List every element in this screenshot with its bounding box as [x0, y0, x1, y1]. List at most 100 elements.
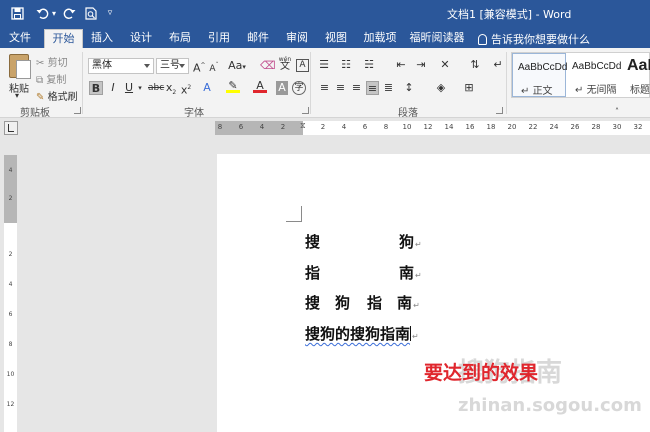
align-center-icon[interactable]: ≡: [334, 81, 347, 95]
style-name: ↵ 正文: [521, 86, 553, 97]
tab-insert[interactable]: 插入: [86, 29, 118, 48]
undo-dropdown-icon[interactable]: ▾: [50, 4, 58, 22]
phonetic-glyph: 文: [280, 61, 290, 72]
phonetic-guide-button[interactable]: wén 文: [278, 56, 292, 74]
show-marks-icon[interactable]: ↵: [491, 58, 505, 72]
ribbon-separator: [82, 52, 83, 114]
tab-layout[interactable]: 布局: [163, 29, 197, 48]
increase-indent-icon[interactable]: ⇥: [414, 58, 428, 72]
format-painter-button[interactable]: ✎ 格式刷: [36, 88, 78, 103]
font-color-icon[interactable]: A: [253, 79, 267, 93]
style-name: 标题: [630, 85, 650, 96]
change-case-button[interactable]: Aa▾: [228, 59, 246, 73]
ruler-margin: [4, 155, 17, 223]
style-preview: AaBbCcDd: [518, 62, 568, 73]
doc-char: 搜: [305, 294, 321, 312]
document-page[interactable]: [217, 154, 650, 432]
strikethrough-button[interactable]: abc: [148, 81, 164, 95]
tab-home[interactable]: 开始: [44, 29, 83, 48]
doc-char: 狗: [399, 233, 415, 251]
doc-line-3[interactable]: 搜狗指南↵: [305, 292, 420, 313]
character-shading-icon[interactable]: A: [276, 81, 288, 95]
bullets-icon[interactable]: ☰: [317, 58, 331, 72]
enclosed-character-icon[interactable]: 字: [292, 81, 306, 95]
numbering-icon[interactable]: ☷: [339, 58, 353, 72]
highlight-icon[interactable]: ✎: [226, 79, 240, 93]
style-normal[interactable]: AaBbCcDd ↵ 正文: [512, 53, 568, 97]
ribbon-tabs: 文件 开始 插入 设计 布局 引用 邮件 审阅 视图 加载项 福昕阅读器 告诉我…: [0, 27, 650, 48]
copy-button[interactable]: ⧉ 复制: [36, 71, 66, 86]
align-right-icon[interactable]: ≡: [350, 81, 363, 95]
undo-icon[interactable]: [34, 4, 50, 22]
subscript-button[interactable]: x2: [165, 81, 177, 96]
font-launcher-icon[interactable]: [302, 107, 309, 114]
font-name-value: 黑体: [92, 60, 112, 71]
cut-label: 剪切: [47, 58, 68, 69]
tab-mailings[interactable]: 邮件: [241, 29, 275, 48]
customize-quick-access-icon[interactable]: ▿: [105, 4, 115, 22]
shading-icon[interactable]: ◈: [434, 81, 448, 95]
ruler-tick: 32: [633, 123, 643, 131]
superscript-button[interactable]: x2: [180, 81, 192, 97]
ruler-tick: 22: [528, 123, 538, 131]
print-preview-icon[interactable]: [83, 4, 99, 22]
collapse-ribbon-icon[interactable]: ˄: [611, 105, 623, 119]
paragraph-launcher-icon[interactable]: [496, 107, 503, 114]
ruler-tick: 20: [507, 123, 517, 131]
underline-dropdown-icon[interactable]: ▾: [136, 81, 144, 95]
line-spacing-icon[interactable]: ↕: [402, 81, 416, 95]
redo-icon[interactable]: [61, 4, 77, 22]
style-heading[interactable]: AaB 标题: [622, 53, 650, 97]
distributed-icon[interactable]: ≣: [382, 81, 395, 95]
ruler-tick: 2: [320, 123, 326, 131]
font-name-select[interactable]: 黑体: [88, 58, 154, 74]
bold-button[interactable]: B: [89, 81, 103, 95]
indent-marker-icon[interactable]: ⧖: [300, 121, 306, 131]
text-cursor: [410, 326, 412, 341]
tell-me-box[interactable]: 告诉我你想要做什么: [478, 31, 590, 47]
text-effects-icon[interactable]: A: [200, 81, 214, 95]
grow-font-icon[interactable]: A^: [193, 59, 206, 75]
tab-file[interactable]: 文件: [2, 29, 38, 48]
lightbulb-icon: [478, 34, 487, 45]
tab-view[interactable]: 视图: [319, 29, 353, 48]
format-painter-icon: ✎: [36, 92, 45, 103]
borders-icon[interactable]: ⊞: [462, 81, 476, 95]
decrease-indent-icon[interactable]: ⇤: [394, 58, 408, 72]
title-bar: ▾ ▿ 文档1 [兼容模式] - Word: [0, 0, 650, 27]
doc-char: 指: [305, 264, 321, 282]
tab-design[interactable]: 设计: [124, 29, 158, 48]
cut-button[interactable]: ✂ 剪切: [36, 54, 68, 69]
shrink-font-icon[interactable]: Aˇ: [208, 59, 220, 74]
doc-line-4[interactable]: 搜狗的搜狗指南 ↵: [305, 323, 419, 344]
doc-line-1[interactable]: 搜 狗↵: [305, 231, 422, 252]
clipboard-launcher-icon[interactable]: [74, 107, 81, 114]
underline-button[interactable]: U: [123, 81, 135, 95]
doc-line-2[interactable]: 指 南↵: [305, 262, 422, 283]
save-icon[interactable]: [8, 4, 26, 22]
style-no-spacing[interactable]: AaBbCcDd ↵ 无间隔: [567, 53, 621, 97]
character-border-icon[interactable]: A: [296, 59, 309, 72]
sort-icon[interactable]: ⇅: [468, 58, 482, 72]
copy-label: 复制: [46, 75, 67, 86]
tab-selector-icon[interactable]: [4, 121, 18, 135]
paste-dropdown-icon[interactable]: ▾: [15, 91, 19, 100]
horizontal-ruler[interactable]: 8 6 4 2 ⧖ 2 4 6 8 10 12 14 16 18 20 22 2…: [215, 121, 650, 135]
tab-addins[interactable]: 加载项: [359, 29, 401, 48]
vertical-ruler[interactable]: 4 2 2 4 6 8 10 12: [4, 155, 17, 432]
paste-icon[interactable]: [9, 54, 31, 79]
paragraph-mark: ↵: [413, 301, 420, 310]
ruler-tick: 2: [8, 251, 13, 258]
ruler-tick: 6: [8, 311, 13, 318]
ruler-tick: 26: [570, 123, 580, 131]
multilevel-list-icon[interactable]: ☵: [362, 58, 376, 72]
tab-review[interactable]: 审阅: [280, 29, 314, 48]
font-size-select[interactable]: 三号: [156, 58, 189, 74]
tab-foxit-reader[interactable]: 福昕阅读器: [406, 29, 468, 48]
clear-formatting-icon[interactable]: ⌫: [260, 59, 276, 73]
tab-references[interactable]: 引用: [202, 29, 236, 48]
align-left-icon[interactable]: ≡: [318, 81, 331, 95]
asian-layout-icon[interactable]: ✕: [438, 58, 452, 72]
italic-button[interactable]: I: [107, 81, 119, 95]
justify-icon[interactable]: ≡: [366, 81, 379, 95]
